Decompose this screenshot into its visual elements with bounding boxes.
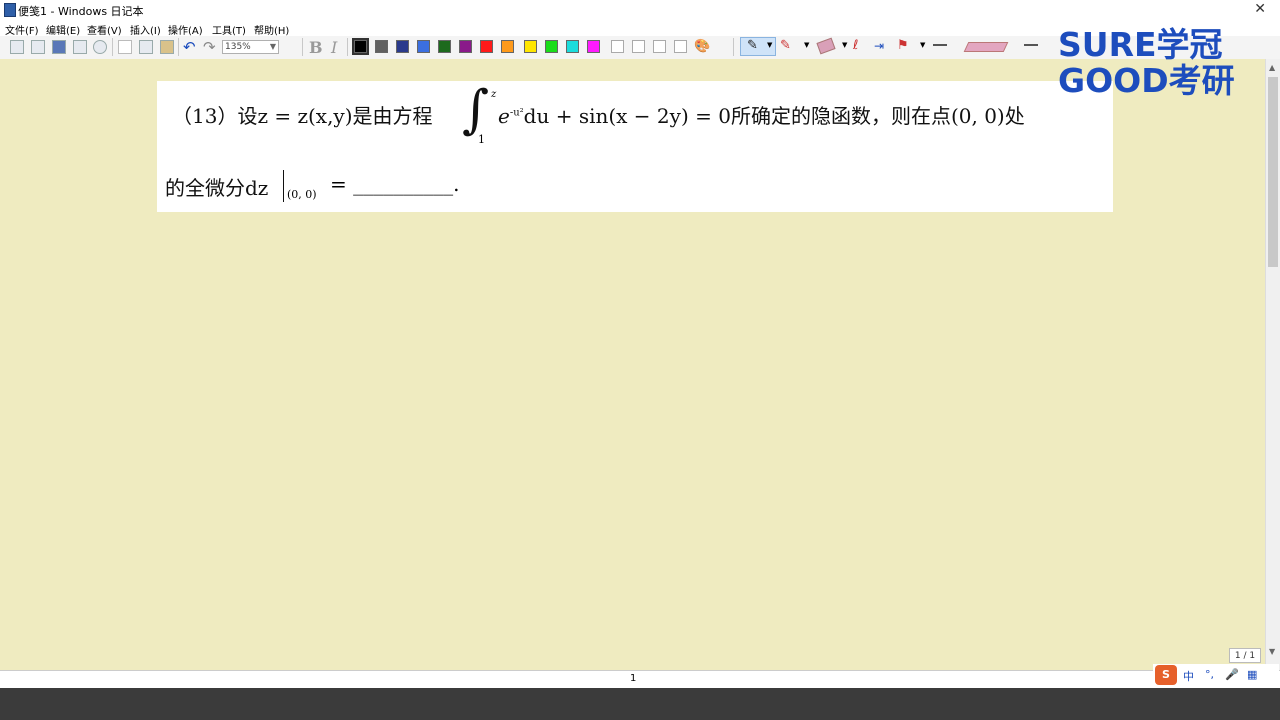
toolbar-divider (302, 38, 303, 56)
question-line2: 的全微分dz (165, 176, 269, 200)
color-swatch-black[interactable] (352, 38, 369, 55)
flag-icon[interactable]: ⚑ (897, 38, 909, 54)
scroll-down-icon[interactable]: ▼ (1269, 647, 1275, 656)
pen-icon: ✎ (747, 38, 758, 53)
menu-edit[interactable]: 编辑(E) (46, 22, 80, 37)
sure-good-logo: SURE学冠 GOOD考研 (1058, 18, 1258, 100)
highlighter-icon[interactable]: ✎ (780, 38, 791, 54)
toolbar-divider (347, 38, 348, 56)
ime-menu-icon[interactable]: ▦ (1247, 668, 1257, 681)
line-width-icon[interactable] (1024, 44, 1038, 46)
color-swatch-navy[interactable] (396, 40, 409, 53)
toolbar-divider (112, 38, 113, 56)
color-swatch-red[interactable] (480, 40, 493, 53)
cut-icon[interactable] (118, 40, 132, 54)
color-swatch-gray[interactable] (375, 40, 388, 53)
page-indicator: 1 / 1 (1229, 648, 1261, 663)
close-icon[interactable]: ✕ (1254, 1, 1266, 17)
paste-icon[interactable] (160, 40, 174, 54)
chevron-down-icon[interactable]: ▼ (842, 41, 847, 57)
menu-actions[interactable]: 操作(A) (168, 22, 203, 37)
answer-blank: = __________. (330, 172, 460, 196)
save-icon[interactable] (52, 40, 66, 54)
insert-space-icon[interactable]: ⇥ (874, 39, 884, 55)
zoom-value: 135% (225, 42, 251, 52)
undo-icon[interactable]: ↶ (183, 38, 196, 56)
color-swatch-green[interactable] (438, 40, 451, 53)
copy-icon[interactable] (139, 40, 153, 54)
eraser-large-icon[interactable] (963, 42, 1009, 52)
color-swatch-magenta[interactable] (587, 40, 600, 53)
color-swatch-custom[interactable] (611, 40, 624, 53)
sogou-ime-icon[interactable]: S (1155, 665, 1177, 685)
integrand-base: e (498, 104, 510, 128)
scroll-up-icon[interactable]: ▲ (1269, 63, 1275, 72)
toolbar-divider (733, 38, 734, 56)
ime-toolbar: S 中 °, 🎤 ▦ (1153, 664, 1279, 686)
toolbar-divider (178, 38, 179, 56)
lasso-icon[interactable]: ℓ (853, 38, 858, 54)
logo-line2: GOOD考研 (1058, 61, 1235, 100)
title-bar: 便笺1 - Windows 日记本 ✕ (0, 0, 1280, 19)
window-title: 便笺1 - Windows 日记本 (18, 5, 144, 18)
integrand-exponent: -u² (509, 107, 524, 119)
integral-lower-limit: 1 (478, 133, 485, 146)
find-icon[interactable] (93, 40, 107, 54)
redo-icon[interactable]: ↷ (203, 38, 216, 56)
new-note-icon[interactable] (10, 40, 24, 54)
color-swatch-cyan[interactable] (566, 40, 579, 53)
zoom-select[interactable]: 135% ▼ (222, 40, 279, 54)
menu-view[interactable]: 查看(V) (87, 22, 122, 37)
chevron-down-icon[interactable]: ▼ (920, 41, 925, 57)
question-line1-end: e-u²du + sin(x − 2y) = 0所确定的隐函数，则在点(0, 0… (498, 100, 1025, 129)
chevron-down-icon: ▼ (767, 41, 773, 49)
color-swatch-lime[interactable] (545, 40, 558, 53)
integrand-rest: du + sin(x − 2y) = 0所确定的隐函数，则在点(0, 0)处 (523, 104, 1025, 128)
print-icon[interactable] (73, 40, 87, 54)
question-line1-start: （13）设z = z(x,y)是由方程 (172, 104, 433, 128)
line-width-thin-icon[interactable] (933, 44, 947, 46)
bold-button[interactable]: B (309, 38, 323, 57)
page-number: 1 (630, 673, 637, 684)
status-bar: 1 (0, 670, 1280, 689)
color-swatch-orange[interactable] (501, 40, 514, 53)
menu-insert[interactable]: 插入(I) (130, 22, 161, 37)
vertical-scrollbar[interactable]: ▲ ▼ (1265, 59, 1280, 670)
evaluation-point: (0, 0) (287, 188, 317, 201)
evaluation-bar (283, 170, 284, 202)
color-swatch-custom[interactable] (653, 40, 666, 53)
integral-sign: ∫ (462, 80, 490, 140)
color-swatch-purple[interactable] (459, 40, 472, 53)
ime-chinese-mode[interactable]: 中 (1183, 668, 1194, 684)
menu-help[interactable]: 帮助(H) (254, 22, 289, 37)
color-swatch-blue[interactable] (417, 40, 430, 53)
menu-tools[interactable]: 工具(T) (212, 22, 246, 37)
italic-button[interactable]: I (331, 38, 337, 57)
integral-upper-limit: z (491, 89, 497, 100)
pen-tool-button[interactable]: ✎ ▼ (740, 37, 776, 56)
chevron-down-icon: ▼ (269, 42, 276, 51)
scrollbar-thumb[interactable] (1268, 77, 1278, 267)
taskbar (0, 688, 1280, 720)
color-swatch-custom[interactable] (674, 40, 687, 53)
color-swatch-yellow[interactable] (524, 40, 537, 53)
ime-punctuation[interactable]: °, (1205, 668, 1214, 681)
microphone-icon[interactable]: 🎤 (1225, 668, 1239, 681)
journal-app-icon (4, 3, 16, 17)
color-swatch-custom[interactable] (632, 40, 645, 53)
color-palette-icon[interactable]: 🎨 (694, 39, 710, 55)
menu-file[interactable]: 文件(F) (5, 22, 39, 37)
chevron-down-icon[interactable]: ▼ (804, 41, 809, 57)
open-icon[interactable] (31, 40, 45, 54)
